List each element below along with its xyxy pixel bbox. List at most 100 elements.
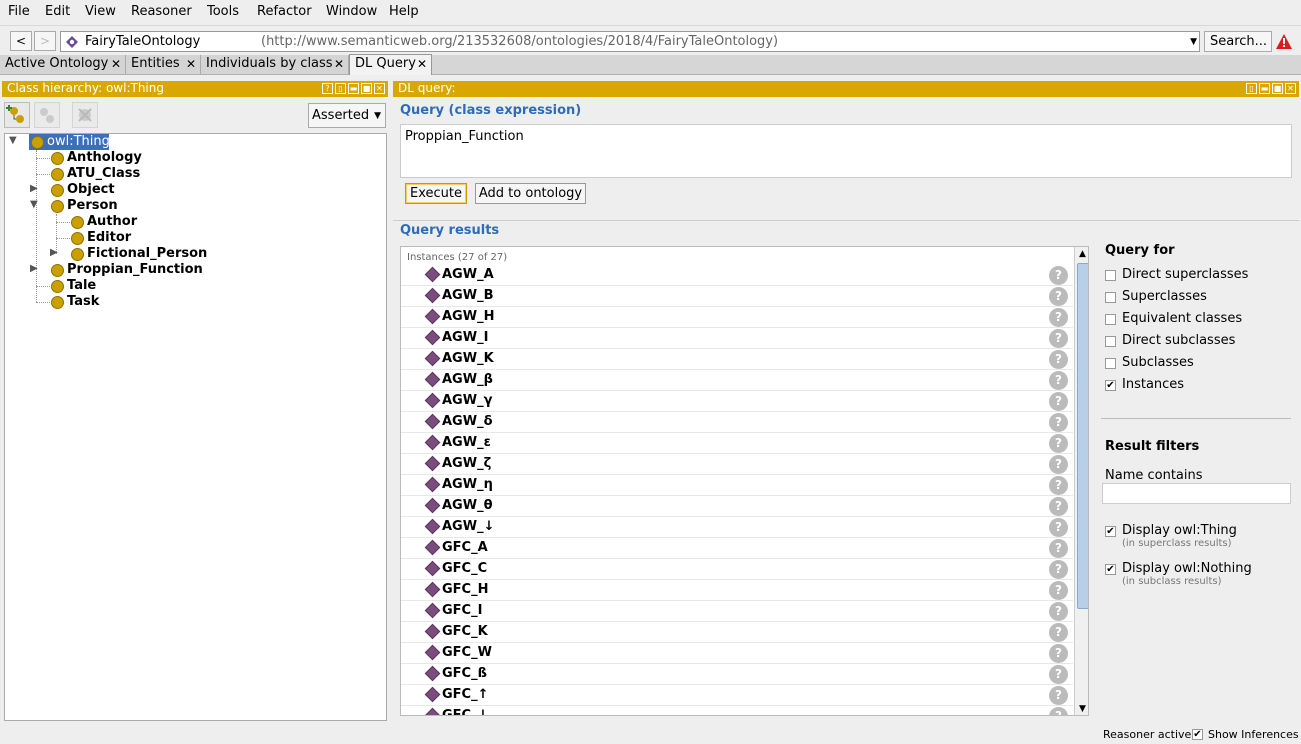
explain-icon[interactable]: ? (1049, 287, 1068, 306)
back-button[interactable]: < (10, 31, 32, 51)
result-row[interactable]: AGW_A? (401, 265, 1073, 286)
tree-node-atu-class[interactable]: ATU_Class (9, 166, 209, 182)
tree-node-author[interactable]: Author (9, 214, 209, 230)
result-row[interactable]: AGW_β? (401, 370, 1073, 391)
explain-icon[interactable]: ? (1049, 623, 1068, 642)
result-row[interactable]: GFC_A? (401, 538, 1073, 559)
explain-icon[interactable]: ? (1049, 497, 1068, 516)
explain-icon[interactable]: ? (1049, 581, 1068, 600)
explain-icon[interactable]: ? (1049, 434, 1068, 453)
query-for-option[interactable]: Direct subclasses (1105, 333, 1285, 351)
query-for-option[interactable]: ✔ Instances (1105, 377, 1285, 395)
collapse-icon[interactable]: ▼ (30, 199, 38, 210)
result-row[interactable]: GFC_H? (401, 580, 1073, 601)
scroll-down-icon[interactable]: ▼ (1075, 702, 1088, 715)
explain-icon[interactable]: ? (1049, 392, 1068, 411)
query-for-option[interactable]: Direct superclasses (1105, 267, 1285, 285)
class-tree[interactable]: ▼ owl:Thing Anthology ATU_Class ▶ Object… (4, 133, 387, 721)
explain-icon[interactable]: ? (1049, 371, 1068, 390)
close-icon[interactable]: ✕ (417, 55, 427, 73)
tree-node-object[interactable]: ▶ Object (9, 182, 209, 198)
display-owl-thing-option[interactable]: ✔ Display owl:Thing (in superclass resul… (1105, 523, 1285, 553)
search-button[interactable]: Search... (1204, 31, 1272, 52)
result-row[interactable]: GFC_↓? (401, 706, 1073, 715)
query-results-list[interactable]: Instances (27 of 27) AGW_A? AGW_B? AGW_H? A… (400, 246, 1089, 716)
close-icon[interactable]: ✕ (186, 55, 196, 73)
minimize-icon[interactable]: ▬ (348, 83, 359, 94)
menu-tools[interactable]: Tools (207, 4, 239, 19)
tab-entities[interactable]: Entities ✕ (126, 55, 201, 74)
query-for-option[interactable]: Equivalent classes (1105, 311, 1285, 329)
expand-icon[interactable]: ▶ (30, 263, 38, 274)
explain-icon[interactable]: ? (1049, 707, 1068, 715)
result-row[interactable]: AGW_θ? (401, 496, 1073, 517)
float-icon[interactable]: ▯ (335, 83, 346, 94)
float-icon[interactable]: ▯ (1246, 83, 1257, 94)
explain-icon[interactable]: ? (1049, 665, 1068, 684)
maximize-icon[interactable]: ■ (1272, 83, 1283, 94)
menu-view[interactable]: View (85, 4, 116, 19)
tree-node-editor[interactable]: Editor (9, 230, 209, 246)
explain-icon[interactable]: ? (1049, 413, 1068, 432)
display-owl-nothing-option[interactable]: ✔ Display owl:Nothing (in subclass resul… (1105, 561, 1285, 591)
name-contains-input[interactable] (1102, 483, 1291, 504)
close-icon[interactable]: ✕ (334, 55, 344, 73)
tree-node-fictional-person[interactable]: ▶ Fictional_Person (9, 246, 229, 262)
warning-triangle-icon[interactable] (1276, 34, 1292, 49)
tree-node-proppian-function[interactable]: ▶ Proppian_Function (9, 262, 229, 278)
result-row[interactable]: AGW_H? (401, 307, 1073, 328)
query-expression-input[interactable]: Proppian_Function (400, 124, 1292, 178)
explain-icon[interactable]: ? (1049, 602, 1068, 621)
tree-node-person[interactable]: ▼ Person (9, 198, 209, 214)
checkbox[interactable] (1105, 336, 1116, 347)
tab-dl-query[interactable]: DL Query ✕ (349, 54, 432, 75)
maximize-icon[interactable]: ■ (361, 83, 372, 94)
scroll-thumb[interactable] (1077, 263, 1088, 609)
checkbox[interactable] (1105, 314, 1116, 325)
result-row[interactable]: GFC_W? (401, 643, 1073, 664)
close-icon[interactable]: ✕ (1285, 83, 1296, 94)
explain-icon[interactable]: ? (1049, 560, 1068, 579)
explain-icon[interactable]: ? (1049, 455, 1068, 474)
result-row[interactable]: AGW_η? (401, 475, 1073, 496)
result-row[interactable]: AGW_I? (401, 328, 1073, 349)
checkbox[interactable] (1105, 270, 1116, 281)
result-row[interactable]: AGW_δ? (401, 412, 1073, 433)
menu-refactor[interactable]: Refactor (257, 4, 312, 19)
query-for-option[interactable]: Subclasses (1105, 355, 1285, 373)
menu-help[interactable]: Help (389, 4, 419, 19)
result-row[interactable]: GFC_K? (401, 622, 1073, 643)
checkbox[interactable]: ✔ (1105, 380, 1116, 391)
tree-node-task[interactable]: Task (9, 294, 209, 310)
collapse-icon[interactable]: ▼ (9, 135, 17, 146)
checkbox[interactable] (1105, 292, 1116, 303)
tab-active-ontology[interactable]: Active Ontology ✕ (0, 55, 126, 74)
menu-reasoner[interactable]: Reasoner (131, 4, 192, 19)
delete-class-button[interactable] (72, 102, 98, 128)
result-row[interactable]: AGW_ζ? (401, 454, 1073, 475)
close-icon[interactable]: ✕ (374, 83, 385, 94)
add-subclass-button[interactable] (4, 102, 30, 128)
minimize-icon[interactable]: ▬ (1259, 83, 1270, 94)
explain-icon[interactable]: ? (1049, 539, 1068, 558)
ontology-selector[interactable]: FairyTaleOntology (http://www.semanticwe… (60, 31, 1200, 52)
result-row[interactable]: AGW_γ? (401, 391, 1073, 412)
explain-icon[interactable]: ? (1049, 518, 1068, 537)
menu-edit[interactable]: Edit (45, 4, 70, 19)
help-icon[interactable]: ? (322, 83, 333, 94)
explain-icon[interactable]: ? (1049, 308, 1068, 327)
tree-node-tale[interactable]: Tale (9, 278, 209, 294)
result-row[interactable]: AGW_B? (401, 286, 1073, 307)
menu-file[interactable]: File (8, 4, 30, 19)
tree-node-anthology[interactable]: Anthology (9, 150, 209, 166)
result-row[interactable]: AGW_ε? (401, 433, 1073, 454)
results-scrollbar[interactable]: ▲ ▼ (1074, 247, 1088, 715)
scroll-up-icon[interactable]: ▲ (1075, 247, 1088, 262)
result-row[interactable]: AGW_K? (401, 349, 1073, 370)
checkbox-display-owl-thing[interactable]: ✔ (1105, 526, 1116, 537)
query-for-option[interactable]: Superclasses (1105, 289, 1285, 307)
hierarchy-mode-select[interactable]: Asserted ▼ (308, 103, 386, 128)
result-row[interactable]: GFC_↑? (401, 685, 1073, 706)
result-row[interactable]: GFC_C? (401, 559, 1073, 580)
explain-icon[interactable]: ? (1049, 350, 1068, 369)
